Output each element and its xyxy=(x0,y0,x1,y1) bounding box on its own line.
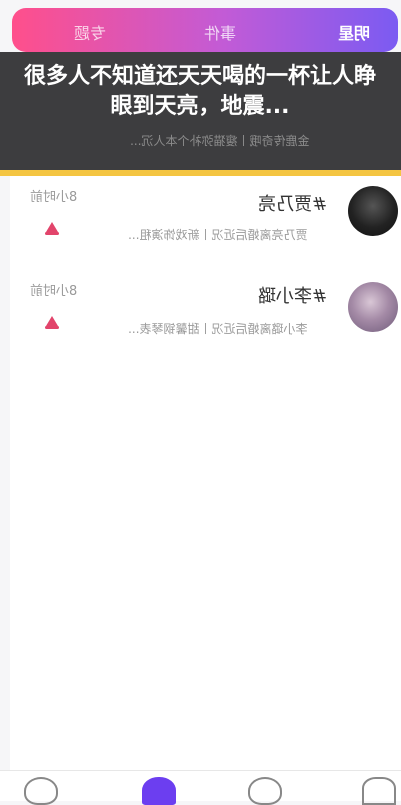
item-summary: 贾乃亮离婚后近况丨新戏饰演租... xyxy=(128,228,308,242)
top-tab-bar: 专题 事件 明星 xyxy=(12,8,398,52)
avatar xyxy=(348,282,398,332)
smile-icon[interactable] xyxy=(24,777,58,805)
bell-icon[interactable] xyxy=(45,222,59,235)
overlay-subtitle: 金鹿传奇哦丨瘦猫弥补个本人沉... xyxy=(130,134,310,148)
list-item[interactable]: #贾乃亮 8小时前 贾乃亮离婚后近况丨新戏饰演租... xyxy=(0,182,401,262)
list-item[interactable]: #李小璐 8小时前 李小璐离婚后近况丨甜馨钢琴表... xyxy=(0,278,401,358)
tab-star[interactable]: 明星 xyxy=(338,20,370,44)
avatar xyxy=(348,186,398,236)
tab-event[interactable]: 事件 xyxy=(204,20,236,44)
item-time: 8小时前 xyxy=(30,190,78,205)
item-title: #贾乃亮 xyxy=(258,194,328,215)
item-summary: 李小璐离婚后近况丨甜馨钢琴表... xyxy=(128,322,308,336)
headline-overlay[interactable]: 很多人不知道还天天喝的一杯让人睁眼到天亮，地震... xyxy=(0,52,401,170)
house-icon[interactable] xyxy=(362,777,396,805)
bottom-nav xyxy=(0,770,401,805)
list-area xyxy=(10,176,401,770)
item-time: 8小时前 xyxy=(30,284,78,299)
tab-topic[interactable]: 专题 xyxy=(74,20,106,44)
home-icon[interactable] xyxy=(142,777,176,805)
item-title: #李小璐 xyxy=(258,286,328,307)
bell-icon[interactable] xyxy=(45,316,59,329)
ghost-icon[interactable] xyxy=(248,777,282,805)
overlay-title: 很多人不知道还天天喝的一杯让人睁眼到天亮，地震... xyxy=(23,64,376,119)
